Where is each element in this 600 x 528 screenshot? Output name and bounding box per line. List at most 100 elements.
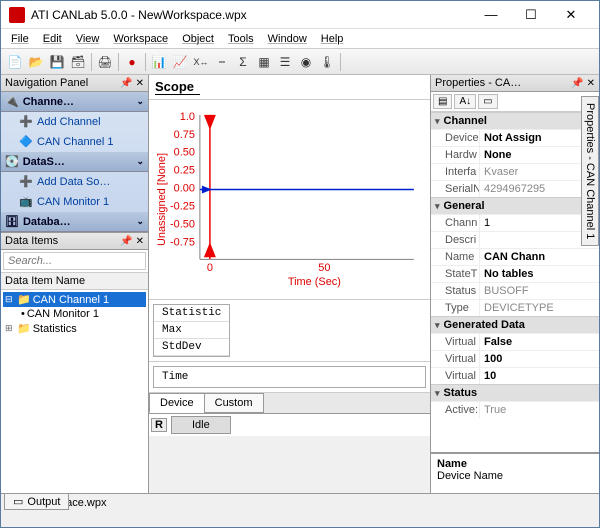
- menu-view[interactable]: View: [70, 31, 106, 47]
- prop-category[interactable]: ▾General: [431, 197, 599, 214]
- tb-print-icon[interactable]: 🖨: [95, 52, 115, 72]
- pin-icon[interactable]: 📌 ✕: [120, 78, 144, 89]
- prop-value[interactable]: False: [479, 334, 599, 350]
- prop-value[interactable]: DEVICETYPE: [479, 300, 599, 316]
- search-input[interactable]: [3, 252, 146, 270]
- menu-file[interactable]: File: [5, 31, 35, 47]
- props-categorized-icon[interactable]: ▤: [433, 94, 452, 109]
- prop-row[interactable]: Virtual100: [431, 350, 599, 367]
- pin-icon[interactable]: 📌 ✕: [120, 236, 144, 247]
- prop-row[interactable]: VirtualFalse: [431, 333, 599, 350]
- tb-record-icon[interactable]: ●: [122, 52, 142, 72]
- prop-row[interactable]: StatusBUSOFF: [431, 282, 599, 299]
- tb-open-icon[interactable]: 📂: [26, 52, 46, 72]
- data-items-tree[interactable]: ⊟ 📁 CAN Channel 1 • CAN Monitor 1 ⊞ 📁 St…: [1, 290, 148, 493]
- prop-row[interactable]: Active:True: [431, 401, 599, 418]
- tb-chart-icon[interactable]: 📊: [149, 52, 169, 72]
- tab-device[interactable]: Device: [149, 393, 205, 413]
- nav-section-channels[interactable]: 🔌 Channe… ⌄: [1, 92, 148, 112]
- prop-row[interactable]: InterfaKvaser: [431, 163, 599, 180]
- tree-row-can-monitor-1[interactable]: • CAN Monitor 1: [3, 307, 146, 321]
- prop-category[interactable]: ▾Status: [431, 384, 599, 401]
- prop-row[interactable]: NameCAN Chann: [431, 248, 599, 265]
- properties-grid[interactable]: ▾ChannelDeviceNot AssignHardwNoneInterfa…: [431, 112, 599, 453]
- tb-trace-icon[interactable]: ⎯: [212, 52, 232, 72]
- props-page-icon[interactable]: ▭: [478, 94, 497, 109]
- prop-row[interactable]: Descri: [431, 231, 599, 248]
- prop-row[interactable]: DeviceNot Assign: [431, 129, 599, 146]
- tree-row-can-channel-1[interactable]: ⊟ 📁 CAN Channel 1: [3, 292, 146, 307]
- prop-row[interactable]: Chann1: [431, 214, 599, 231]
- prop-value[interactable]: CAN Chann: [479, 249, 599, 265]
- prop-category[interactable]: ▾Generated Data: [431, 316, 599, 333]
- time-box: Time: [149, 362, 430, 393]
- marker-top-icon[interactable]: [204, 115, 216, 130]
- prop-value[interactable]: 100: [479, 351, 599, 367]
- nav-panel-header: Navigation Panel 📌 ✕: [1, 75, 148, 92]
- tb-grid-icon[interactable]: ▦: [254, 52, 274, 72]
- prop-value[interactable]: No tables: [479, 266, 599, 282]
- prop-value[interactable]: BUSOFF: [479, 283, 599, 299]
- chevron-down-icon: ▾: [435, 388, 440, 399]
- datasource-icon: 💽: [5, 155, 19, 168]
- menu-bar: File Edit View Workspace Object Tools Wi…: [1, 29, 599, 49]
- output-tab[interactable]: ▭ Output: [4, 493, 69, 510]
- prop-row[interactable]: StateTNo tables: [431, 265, 599, 282]
- nav-section-datasources[interactable]: 💽 DataS… ⌄: [1, 152, 148, 172]
- tb-new-icon[interactable]: 📄: [5, 52, 25, 72]
- app-icon: [9, 7, 25, 23]
- svg-text:0.50: 0.50: [174, 147, 195, 159]
- nav-can-channel-1[interactable]: 🔷 CAN Channel 1: [1, 132, 148, 152]
- chevron-down-icon: ⌄: [136, 216, 144, 227]
- channel-icon: 🔷: [19, 135, 33, 149]
- record-toggle[interactable]: R: [151, 418, 167, 432]
- tb-scope-icon[interactable]: 📈: [170, 52, 190, 72]
- nav-can-monitor-1[interactable]: 📺 CAN Monitor 1: [1, 192, 148, 212]
- menu-object[interactable]: Object: [176, 31, 220, 47]
- nav-add-channel[interactable]: ➕ Add Channel: [1, 112, 148, 132]
- tb-save-icon[interactable]: 💾: [47, 52, 67, 72]
- tree-column-header: Data Item Name: [1, 273, 148, 290]
- scope-chart[interactable]: Unassigned [None] 1.00.75 0.500.25 0.00-…: [149, 100, 430, 300]
- stat-header: Statistic: [154, 305, 229, 322]
- collapse-icon[interactable]: ⊟: [5, 294, 15, 305]
- prop-row[interactable]: Virtual10: [431, 367, 599, 384]
- menu-edit[interactable]: Edit: [37, 31, 68, 47]
- title-bar: ATI CANLab 5.0.0 - NewWorkspace.wpx — ☐ …: [1, 1, 599, 29]
- nav-add-datasource[interactable]: ➕ Add Data So…: [1, 172, 148, 192]
- prop-row[interactable]: TypeDEVICETYPE: [431, 299, 599, 316]
- minimize-button[interactable]: —: [471, 1, 511, 29]
- menu-window[interactable]: Window: [262, 31, 313, 47]
- menu-tools[interactable]: Tools: [222, 31, 260, 47]
- prop-row[interactable]: SerialN4294967295: [431, 180, 599, 197]
- pin-icon[interactable]: 📌 ✕: [571, 78, 595, 89]
- prop-key: Status: [431, 283, 479, 299]
- prop-key: Virtual: [431, 368, 479, 384]
- prop-value[interactable]: 10: [479, 368, 599, 384]
- prop-category[interactable]: ▾Channel: [431, 112, 599, 129]
- props-header: Properties - CA… 📌 ✕: [431, 75, 599, 92]
- prop-value[interactable]: True: [479, 402, 599, 418]
- props-side-tab[interactable]: Properties - CAN Channel 1: [581, 96, 599, 246]
- tree-row-statistics[interactable]: ⊞ 📁 Statistics: [3, 321, 146, 336]
- marker-bottom-icon[interactable]: [204, 242, 216, 257]
- maximize-button[interactable]: ☐: [511, 1, 551, 29]
- tb-therm-icon[interactable]: 🌡: [317, 52, 337, 72]
- tb-list-icon[interactable]: ☰: [275, 52, 295, 72]
- tb-xy-icon[interactable]: X↔: [191, 52, 211, 72]
- tb-gauge-icon[interactable]: ◉: [296, 52, 316, 72]
- close-button[interactable]: ✕: [551, 1, 591, 29]
- tb-sigma-icon[interactable]: Σ: [233, 52, 253, 72]
- menu-workspace[interactable]: Workspace: [107, 31, 174, 47]
- tb-saveall-icon[interactable]: 🗃: [68, 52, 88, 72]
- add-icon: ➕: [19, 175, 33, 189]
- tab-custom[interactable]: Custom: [204, 393, 264, 413]
- prop-row[interactable]: HardwNone: [431, 146, 599, 163]
- expand-icon[interactable]: ⊞: [5, 323, 15, 334]
- center-area: Scope Unassigned [None] 1.00.75 0.500.25…: [149, 75, 431, 493]
- svg-text:1.0: 1.0: [180, 111, 195, 123]
- monitor-icon: 📺: [19, 195, 33, 209]
- menu-help[interactable]: Help: [315, 31, 350, 47]
- nav-section-databases[interactable]: 🗄 Databa… ⌄: [1, 212, 148, 232]
- props-alpha-icon[interactable]: A↓: [454, 94, 476, 109]
